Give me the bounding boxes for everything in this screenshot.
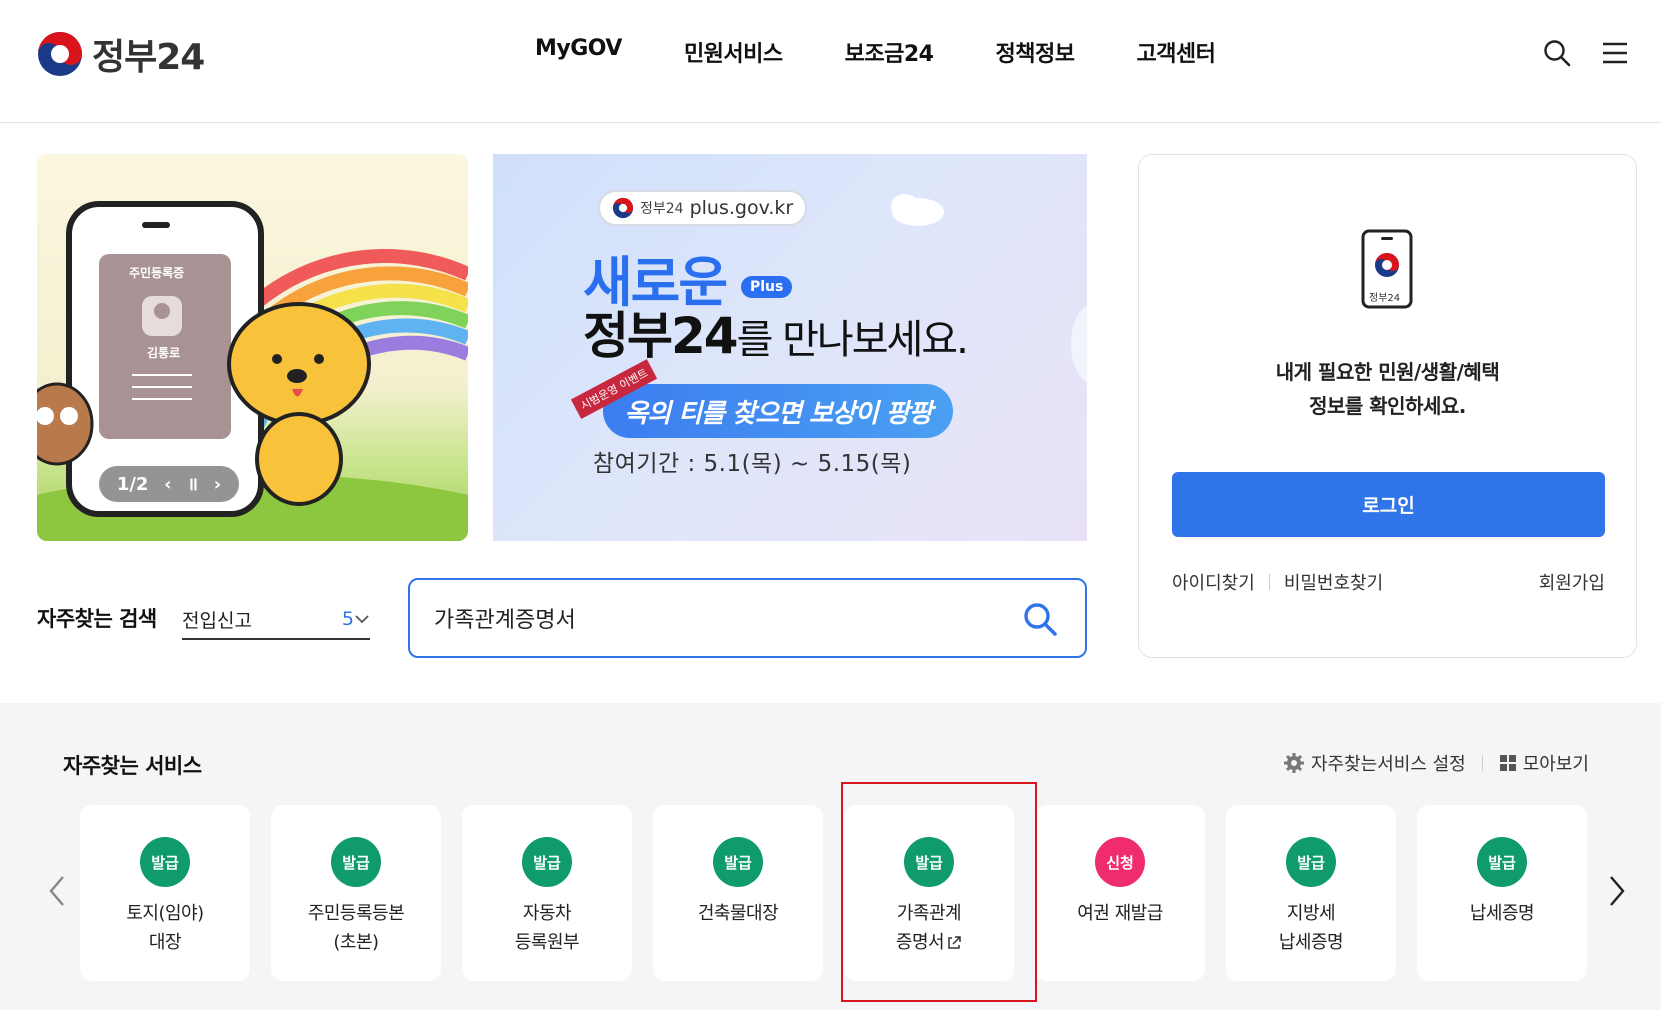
find-id-link[interactable]: 아이디찾기	[1172, 569, 1255, 595]
service-label: 여권 재발급	[1077, 903, 1163, 924]
chevron-left-icon[interactable]	[45, 873, 71, 909]
view-all-button[interactable]: 모아보기	[1499, 750, 1589, 776]
services-title: 자주찾는 서비스	[63, 754, 202, 778]
prev-slide-icon[interactable]: ‹	[164, 474, 171, 495]
taegeuk-small-icon	[612, 197, 634, 219]
services-settings-label: 자주찾는서비스 설정	[1310, 754, 1466, 775]
site-header: 정부24 MyGOV 민원서비스 보조금24 정책정보 고객센터	[0, 0, 1661, 123]
login-panel: 정부24 내게 필요한 민원/생활/혜택 정보를 확인하세요. 로그인 아이디찾…	[1138, 154, 1637, 658]
frequent-search-label: 자주찾는 검색	[37, 607, 157, 631]
frequent-search-dropdown[interactable]: 전입신고 5	[182, 600, 370, 640]
frequent-services-section: 자주찾는 서비스 자주찾는서비스 설정 모아보기 발급 토지(임야) 대장 발급…	[0, 703, 1661, 1010]
issue-badge: 발급	[1286, 837, 1336, 887]
site-logo[interactable]: 정부24	[36, 28, 205, 80]
service-label: 지방세 납세증명	[1278, 903, 1344, 953]
issue-badge: 발급	[1477, 837, 1527, 887]
search-icon[interactable]	[1542, 38, 1572, 68]
service-label: 자동차 등록원부	[514, 903, 580, 953]
taegeuk-logo-icon	[38, 32, 82, 76]
banner-title-line2: 정부24를 만나보세요.	[583, 296, 969, 368]
login-message-line1: 내게 필요한 민원/생활/혜택	[1275, 360, 1500, 384]
id-card-title: 주민등록증	[129, 266, 185, 280]
login-button[interactable]: 로그인	[1172, 472, 1605, 537]
promo-banner-id-card[interactable]: 1/2 ‹ ॥ › 주민등록증 김통로	[37, 154, 468, 541]
plus-badge: Plus	[741, 276, 793, 298]
issue-badge: 발급	[140, 837, 190, 887]
login-message: 내게 필요한 민원/생활/혜택 정보를 확인하세요.	[1139, 355, 1636, 423]
services-settings-button[interactable]: 자주찾는서비스 설정	[1283, 750, 1466, 776]
service-card-tax-certificate[interactable]: 발급 납세증명	[1417, 805, 1587, 981]
pause-icon[interactable]: ॥	[187, 472, 198, 496]
search-input[interactable]	[434, 598, 994, 638]
event-pill: 옥의 티를 찾으면 보상이 팡팡	[603, 384, 953, 438]
service-label: 주민등록등본 (초본)	[307, 903, 405, 953]
apply-badge: 신청	[1095, 837, 1145, 887]
pill-url: plus.gov.kr	[689, 197, 794, 219]
service-card-building-register[interactable]: 발급 건축물대장	[653, 805, 823, 981]
issue-badge: 발급	[331, 837, 381, 887]
frequent-search-selected: 전입신고	[182, 609, 252, 632]
main-nav: MyGOV 민원서비스 보조금24 정책정보 고객센터	[535, 36, 1216, 68]
nav-mygov[interactable]: MyGOV	[535, 36, 622, 68]
account-links: 아이디찾기 비밀번호찾기 회원가입	[1172, 569, 1605, 595]
service-cards: 발급 토지(임야) 대장 발급 주민등록등본 (초본) 발급 자동차 등록원부 …	[80, 805, 1587, 981]
service-card-resident-registration[interactable]: 발급 주민등록등본 (초본)	[271, 805, 441, 981]
rank-number: 5	[341, 608, 354, 630]
external-link-icon	[948, 936, 961, 949]
service-label-wrap: 가족관계 증명서	[896, 899, 962, 957]
service-label: 납세증명	[1469, 903, 1535, 924]
nav-policy-info[interactable]: 정책정보	[995, 36, 1074, 68]
slide-counter: 1/2	[116, 473, 149, 495]
phone-caption: 정부24	[1369, 293, 1401, 304]
view-all-label: 모아보기	[1522, 754, 1589, 775]
service-label: 토지(임야) 대장	[126, 903, 204, 953]
logo-text: 정부24	[92, 37, 205, 78]
chevron-right-icon[interactable]	[1603, 873, 1629, 909]
divider	[1268, 574, 1270, 590]
service-label: 건축물대장	[697, 903, 779, 924]
banner-title-brand: 정부24	[583, 307, 739, 365]
grid-icon	[1499, 755, 1516, 771]
event-period: 참여기간 : 5.1(목) ~ 5.15(목)	[593, 451, 912, 477]
search-bar	[408, 578, 1087, 658]
service-card-land-register[interactable]: 발급 토지(임야) 대장	[80, 805, 250, 981]
service-card-vehicle-register[interactable]: 발급 자동차 등록원부	[462, 805, 632, 981]
promo-banner-new-gov24[interactable]: 정부24 plus.gov.kr 새로운 Plus 정부24를 만나보세요. 옥…	[493, 154, 1087, 541]
banner-title-rest: 를 만나보세요.	[736, 317, 969, 363]
divider	[1481, 755, 1483, 771]
next-slide-icon[interactable]: ›	[214, 474, 221, 495]
issue-badge: 발급	[713, 837, 763, 887]
signup-link[interactable]: 회원가입	[1539, 569, 1605, 595]
nav-subsidy24[interactable]: 보조금24	[845, 36, 934, 68]
gov24-plus-url-pill: 정부24 plus.gov.kr	[598, 190, 808, 226]
services-actions: 자주찾는서비스 설정 모아보기	[1283, 750, 1589, 776]
menu-icon[interactable]	[1600, 38, 1630, 68]
chevron-down-icon	[355, 615, 369, 624]
nav-civil-service[interactable]: 민원서비스	[684, 36, 783, 68]
banner-slider-control: 1/2 ‹ ॥ ›	[99, 466, 239, 502]
nav-customer-center[interactable]: 고객센터	[1136, 36, 1215, 68]
search-submit-icon[interactable]	[1021, 600, 1059, 638]
service-card-local-tax-certificate[interactable]: 발급 지방세 납세증명	[1226, 805, 1396, 981]
service-card-family-relation-certificate[interactable]: 발급 가족관계 증명서	[844, 805, 1014, 981]
issue-badge: 발급	[522, 837, 572, 887]
find-password-link[interactable]: 비밀번호찾기	[1284, 569, 1383, 595]
id-card-name: 김통로	[147, 346, 181, 360]
gear-icon	[1283, 753, 1304, 773]
service-card-passport-reissue[interactable]: 신청 여권 재발급	[1035, 805, 1205, 981]
issue-badge: 발급	[904, 837, 954, 887]
pill-brand: 정부24	[640, 201, 684, 217]
login-message-line2: 정보를 확인하세요.	[1309, 394, 1466, 418]
frequent-search-rank: 5	[342, 608, 370, 630]
